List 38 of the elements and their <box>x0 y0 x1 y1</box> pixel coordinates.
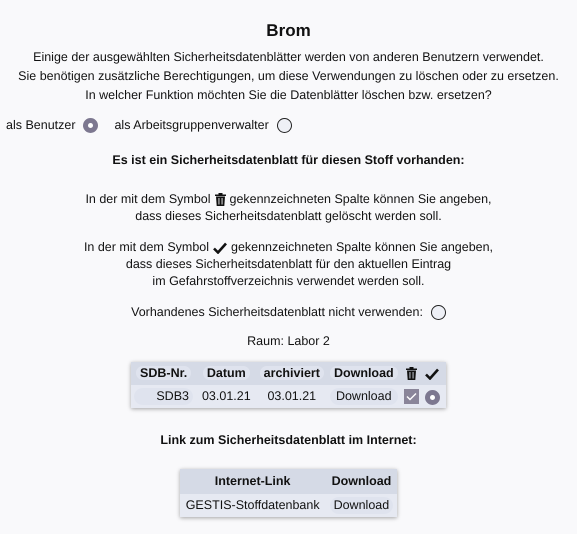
intro-text: Einige der ausgewählten Sicherheitsdatenblätter werden von anderen Benutzern verwendet. <box>33 49 544 66</box>
section-heading: Es ist ein Sicherheitsdatenblatt für diesen Stoff vorhanden: <box>112 152 465 169</box>
download-button[interactable]: Download <box>330 388 398 405</box>
table-cell: SDB3 <box>134 388 193 405</box>
delete-checkbox[interactable] <box>404 389 419 404</box>
check-icon <box>425 368 440 380</box>
column-header: archiviert <box>260 366 324 380</box>
dialog-title: Brom <box>266 20 311 42</box>
section-heading: Link zum Sicherheitsdatenblatt im Internet: <box>160 432 417 449</box>
column-header: Download <box>330 366 398 380</box>
option-radio[interactable] <box>430 305 446 320</box>
role-label: als Benutzer <box>6 117 76 134</box>
hint-text: dass dieses Sicherheitsdatenblatt für den aktuellen Eintrag <box>126 256 452 273</box>
role-radio[interactable] <box>83 118 98 133</box>
table-cell: GESTIS-Stoffdatenbank <box>180 494 326 517</box>
hint-text: In der mit dem Symbol <box>84 239 209 256</box>
hint-text: dass dieses Sicherheitsdatenblatt gelöscht werden soll. <box>135 208 442 225</box>
table-cell: 03.01.21 <box>256 385 327 408</box>
column-header: Internet-Link <box>180 469 326 494</box>
role-label: als Arbeitsgruppenverwalter <box>114 117 269 134</box>
option-label: Vorhandenes Sicherheitsdatenblatt nicht verwenden: <box>131 304 423 321</box>
room-label: Raum: Labor 2 <box>247 333 330 350</box>
hint-text: gekennzeichneten Spalte können Sie angeben, <box>230 191 492 208</box>
hint-text: gekennzeichneten Spalte können Sie angeben, <box>231 239 494 256</box>
trash-icon <box>214 193 226 206</box>
column-header: Datum <box>202 366 250 380</box>
download-button[interactable]: Download <box>330 497 394 514</box>
hint-text: In der mit dem Symbol <box>85 191 210 208</box>
role-radio[interactable] <box>276 118 292 133</box>
column-header: Download <box>326 469 398 494</box>
trash-icon <box>406 367 417 380</box>
use-radio[interactable] <box>424 390 440 405</box>
table-cell: 03.01.21 <box>196 385 257 408</box>
check-icon <box>213 242 227 254</box>
column-header: SDB-Nr. <box>136 366 192 380</box>
hint-text: im Gefahrstoffverzeichnis verwendet werden soll. <box>152 273 425 290</box>
intro-text: In welcher Funktion möchten Sie die Datenblätter löschen bzw. ersetzen? <box>85 87 492 104</box>
intro-text: Sie benötigen zusätzliche Berechtigungen, um diese Verwendungen zu löschen oder zu ersetzen. <box>18 68 559 85</box>
